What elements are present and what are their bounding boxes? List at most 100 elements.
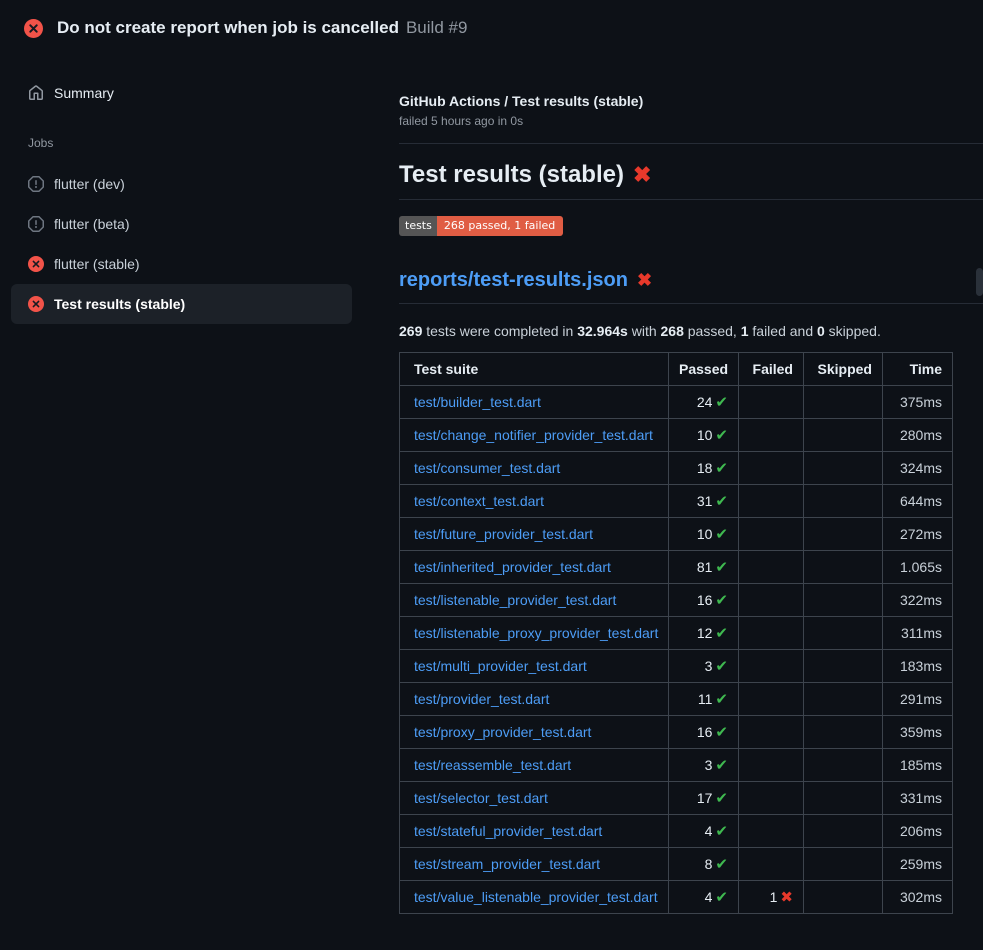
cell-failed bbox=[739, 848, 804, 881]
test-suite-link[interactable]: test/value_listenable_provider_test.dart bbox=[414, 889, 658, 905]
test-suite-link[interactable]: test/context_test.dart bbox=[414, 493, 544, 509]
cell-test-suite: test/change_notifier_provider_test.dart bbox=[400, 419, 669, 452]
tests-badge: tests 268 passed, 1 failed bbox=[399, 216, 563, 236]
report-file-link[interactable]: reports/test-results.json bbox=[399, 269, 628, 291]
column-header: Skipped bbox=[804, 353, 883, 386]
test-suite-link[interactable]: test/stateful_provider_test.dart bbox=[414, 823, 602, 839]
sidebar-job-item[interactable]: flutter (stable) bbox=[11, 244, 352, 284]
test-suite-link[interactable]: test/provider_test.dart bbox=[414, 691, 549, 707]
cell-passed: 81✔ bbox=[669, 551, 739, 584]
cell-passed: 17✔ bbox=[669, 782, 739, 815]
cell-passed: 4✔ bbox=[669, 815, 739, 848]
summary-line: 269 tests were completed in 32.964s with… bbox=[399, 323, 983, 339]
table-row: test/consumer_test.dart18✔324ms bbox=[400, 452, 953, 485]
check-icon: ✔ bbox=[715, 856, 728, 873]
cell-test-suite: test/provider_test.dart bbox=[400, 683, 669, 716]
column-header: Passed bbox=[669, 353, 739, 386]
column-header: Time bbox=[883, 353, 953, 386]
summary-segment: 32.964s bbox=[577, 323, 628, 339]
cell-passed: 8✔ bbox=[669, 848, 739, 881]
cell-test-suite: test/stream_provider_test.dart bbox=[400, 848, 669, 881]
breadcrumb: GitHub Actions / Test results (stable) bbox=[399, 93, 983, 109]
summary-segment: passed, bbox=[684, 323, 741, 339]
sidebar-item-summary[interactable]: Summary bbox=[0, 83, 383, 103]
check-icon: ✔ bbox=[715, 427, 728, 444]
sidebar-job-item[interactable]: flutter (dev) bbox=[11, 164, 352, 204]
table-row: test/stream_provider_test.dart8✔259ms bbox=[400, 848, 953, 881]
cell-time: 311ms bbox=[883, 617, 953, 650]
test-suite-link[interactable]: test/multi_provider_test.dart bbox=[414, 658, 587, 674]
test-suite-link[interactable]: test/inherited_provider_test.dart bbox=[414, 559, 611, 575]
test-suite-link[interactable]: test/listenable_provider_test.dart bbox=[414, 592, 616, 608]
cell-time: 644ms bbox=[883, 485, 953, 518]
cell-time: 1.065s bbox=[883, 551, 953, 584]
scrollbar-thumb[interactable] bbox=[976, 268, 983, 296]
table-row: test/inherited_provider_test.dart 81✔ 1.06… bbox=[400, 551, 953, 584]
cell-skipped bbox=[804, 683, 883, 716]
table-header-row: Test suitePassedFailedSkippedTime bbox=[400, 353, 953, 386]
cell-skipped bbox=[804, 518, 883, 551]
home-icon bbox=[28, 85, 44, 101]
test-suite-link[interactable]: test/consumer_test.dart bbox=[414, 460, 560, 476]
passed-count: 3 bbox=[705, 658, 713, 674]
table-row: test/reassemble_test.dart3✔185ms bbox=[400, 749, 953, 782]
cell-failed bbox=[739, 485, 804, 518]
main-content: GitHub Actions / Test results (stable) f… bbox=[399, 56, 983, 914]
cell-passed: 16✔ bbox=[669, 584, 739, 617]
status-line: failed 5 hours ago in 0s bbox=[399, 114, 983, 128]
summary-segment: with bbox=[628, 323, 661, 339]
cell-passed: 24✔ bbox=[669, 386, 739, 419]
test-suite-link[interactable]: test/reassemble_test.dart bbox=[414, 757, 571, 773]
passed-count: 12 bbox=[697, 625, 713, 641]
cell-time: 375ms bbox=[883, 386, 953, 419]
job-cancelled-icon bbox=[28, 176, 44, 192]
test-suite-link[interactable]: test/change_notifier_provider_test.dart bbox=[414, 427, 653, 443]
cell-test-suite: test/consumer_test.dart bbox=[400, 452, 669, 485]
cell-passed: 11✔ bbox=[669, 683, 739, 716]
table-row: test/listenable_provider_test.dart16✔322… bbox=[400, 584, 953, 617]
cell-failed: 1✖ bbox=[739, 881, 804, 914]
test-suite-link[interactable]: test/stream_provider_test.dart bbox=[414, 856, 600, 872]
cell-failed bbox=[739, 386, 804, 419]
cell-skipped bbox=[804, 452, 883, 485]
cell-skipped bbox=[804, 650, 883, 683]
test-suite-link[interactable]: test/future_provider_test.dart bbox=[414, 526, 593, 542]
table-row: test/proxy_provider_test.dart16✔359ms bbox=[400, 716, 953, 749]
cell-test-suite: test/context_test.dart bbox=[400, 485, 669, 518]
sidebar-job-item[interactable]: Test results (stable) bbox=[11, 284, 352, 324]
passed-count: 4 bbox=[705, 823, 713, 839]
passed-count: 16 bbox=[697, 592, 713, 608]
cell-time: 302ms bbox=[883, 881, 953, 914]
cell-time: 183ms bbox=[883, 650, 953, 683]
table-row: test/builder_test.dart 24✔ 375ms bbox=[400, 386, 953, 419]
header-divider bbox=[399, 143, 983, 144]
check-icon: ✔ bbox=[715, 658, 728, 675]
cell-skipped bbox=[804, 815, 883, 848]
cell-failed bbox=[739, 551, 804, 584]
cell-passed: 31✔ bbox=[669, 485, 739, 518]
badge-value: 268 passed, 1 failed bbox=[437, 216, 563, 236]
test-suite-link[interactable]: test/listenable_proxy_provider_test.dart bbox=[414, 625, 658, 641]
cell-test-suite: test/multi_provider_test.dart bbox=[400, 650, 669, 683]
cell-skipped bbox=[804, 551, 883, 584]
cell-failed bbox=[739, 452, 804, 485]
check-icon: ✔ bbox=[715, 592, 728, 609]
cell-skipped bbox=[804, 617, 883, 650]
check-icon: ✔ bbox=[715, 790, 728, 807]
check-icon: ✔ bbox=[715, 460, 728, 477]
test-suite-link[interactable]: test/proxy_provider_test.dart bbox=[414, 724, 591, 740]
sidebar-job-item[interactable]: flutter (beta) bbox=[11, 204, 352, 244]
test-suite-link[interactable]: test/selector_test.dart bbox=[414, 790, 548, 806]
summary-segment: 1 bbox=[741, 323, 749, 339]
cell-test-suite: test/stateful_provider_test.dart bbox=[400, 815, 669, 848]
passed-count: 11 bbox=[698, 691, 713, 707]
run-failed-icon bbox=[24, 19, 43, 38]
run-title-text: Do not create report when job is cancell… bbox=[57, 18, 399, 37]
test-suite-link[interactable]: test/builder_test.dart bbox=[414, 394, 541, 410]
passed-count: 81 bbox=[697, 559, 713, 575]
cell-test-suite: test/builder_test.dart bbox=[400, 386, 669, 419]
check-icon: ✔ bbox=[715, 526, 728, 543]
run-header: Do not create report when job is cancell… bbox=[0, 0, 983, 56]
table-row: test/selector_test.dart17✔331ms bbox=[400, 782, 953, 815]
summary-segment: 269 bbox=[399, 323, 422, 339]
